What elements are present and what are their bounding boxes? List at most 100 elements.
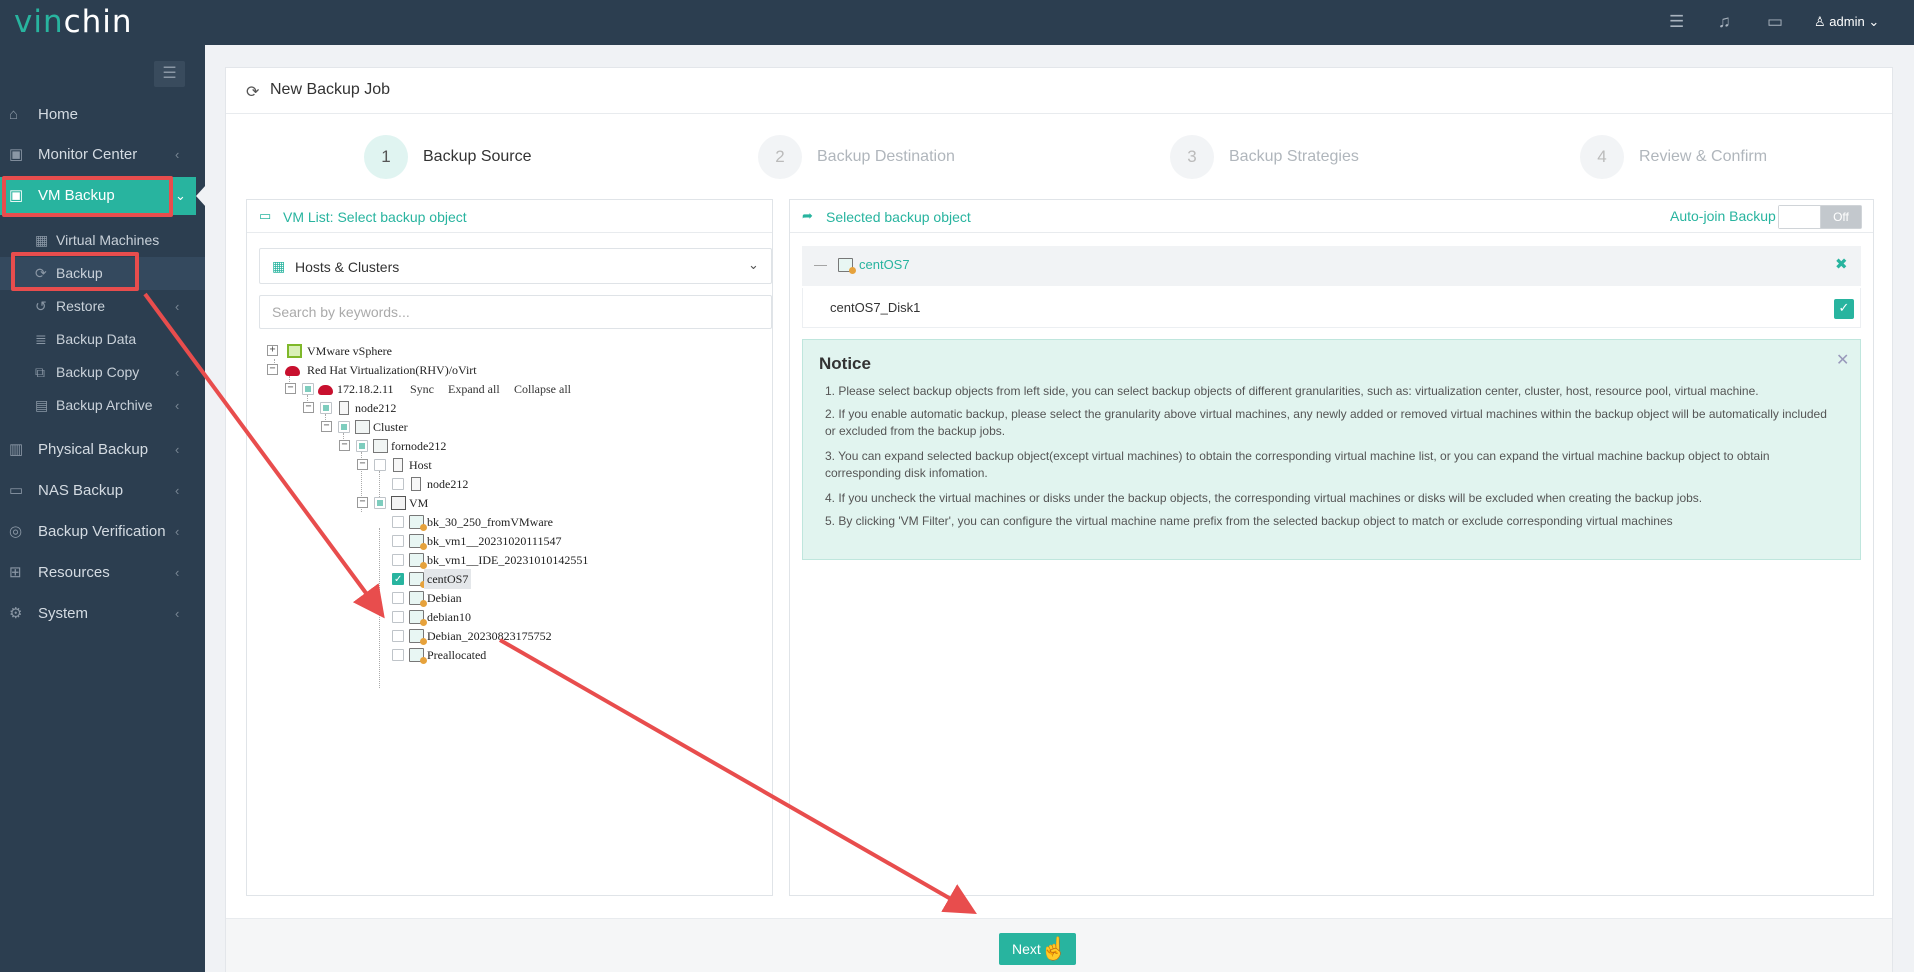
highlight-vm-backup — [2, 176, 173, 217]
checkbox[interactable] — [374, 459, 386, 471]
checkbox[interactable] — [392, 554, 404, 566]
collapse-icon[interactable]: − — [303, 402, 314, 413]
hand-cursor-icon: ☝ — [1040, 936, 1068, 961]
collapse-icon[interactable]: − — [357, 497, 368, 508]
chevron-left-icon: ‹ — [175, 398, 180, 413]
checkbox[interactable] — [392, 516, 404, 528]
highlight-backup — [11, 252, 139, 291]
chevron-left-icon: ‹ — [175, 524, 180, 539]
restore-icon: ↺ — [35, 298, 47, 314]
vm-list-panel: ▭ VM List: Select backup object ▦ Hosts & … — [246, 199, 773, 896]
selected-vm-row[interactable]: — centOS7 ✖ — [802, 246, 1861, 286]
collapse-icon[interactable]: − — [267, 364, 278, 375]
collapse-icon[interactable]: − — [357, 459, 368, 470]
vm-icon — [409, 572, 427, 588]
sidebar-item-backup-verification[interactable]: ◎ Backup Verification ‹ — [0, 513, 205, 551]
user-icon: ♙ — [1814, 14, 1826, 29]
vm-icon — [838, 258, 856, 274]
vm-list-header: ▭ VM List: Select backup object — [247, 200, 772, 233]
verification-icon: ◎ — [9, 523, 23, 540]
chevron-left-icon: ‹ — [175, 442, 180, 457]
checkbox-checked[interactable] — [392, 570, 404, 590]
chevron-down-icon: ⌄ — [175, 188, 186, 203]
resources-icon: ⊞ — [9, 564, 22, 581]
chevron-left-icon: ‹ — [175, 565, 180, 580]
vm-folder-icon — [391, 496, 406, 510]
checkbox[interactable] — [392, 630, 404, 642]
chevron-down-icon: ⌄ — [748, 257, 759, 272]
sync-link[interactable]: Sync — [410, 379, 434, 399]
sidebar-item-nas-backup[interactable]: ▭ NAS Backup ‹ — [0, 472, 205, 510]
sidebar-item-physical-backup[interactable]: ▥ Physical Backup ‹ — [0, 431, 205, 469]
server-icon: ▥ — [9, 441, 24, 458]
collapse-icon[interactable]: — — [814, 257, 827, 272]
page-title: New Backup Job — [270, 81, 391, 98]
checkbox[interactable] — [356, 440, 368, 452]
cluster-icon — [373, 439, 388, 453]
sidebar-item-system[interactable]: ⚙ System ‹ — [0, 595, 205, 633]
selected-object-panel: ➦ Selected backup object Auto-join Backup… — [789, 199, 1874, 896]
collapse-all-link[interactable]: Collapse all — [514, 379, 571, 399]
selected-disk-row: centOS7_Disk1 ✓ — [802, 288, 1861, 328]
collapse-icon[interactable]: − — [285, 383, 296, 394]
chevron-left-icon: ‹ — [175, 606, 180, 621]
chevron-left-icon: ‹ — [175, 365, 180, 380]
cluster-icon — [355, 420, 370, 434]
sidebar-item-resources[interactable]: ⊞ Resources ‹ — [0, 554, 205, 592]
tree-line — [379, 528, 380, 688]
checkbox[interactable] — [374, 497, 386, 509]
footer-bar: Next ☝ — [226, 918, 1892, 972]
checkbox[interactable] — [392, 649, 404, 661]
chevron-left-icon: ‹ — [175, 299, 180, 314]
monitor-icon: ▭ — [259, 208, 272, 223]
disk-checkbox-checked[interactable]: ✓ — [1834, 299, 1854, 319]
redhat-icon — [318, 385, 333, 395]
database-icon: ≣ — [35, 331, 47, 347]
sidebar-item-monitor-center[interactable]: ▣ Monitor Center ‹ — [0, 136, 205, 174]
nas-icon: ▭ — [9, 482, 24, 499]
monitor-icon: ▣ — [9, 146, 24, 163]
search-input[interactable] — [259, 295, 772, 329]
chevron-down-icon: ⌄ — [1868, 14, 1880, 29]
sidebar-item-home[interactable]: ⌂ Home — [0, 96, 205, 134]
log-icon[interactable]: ☰ — [1669, 12, 1684, 32]
screen-icon[interactable]: ▭ — [1767, 12, 1783, 32]
close-icon[interactable]: ✕ — [1836, 350, 1849, 370]
redhat-icon — [285, 366, 300, 376]
backup-job-panel: ⟳ New Backup Job 1 Backup Source 2 Backup … — [225, 67, 1893, 972]
chevron-left-icon: ‹ — [175, 483, 180, 498]
checkbox[interactable] — [338, 421, 350, 433]
selected-object-header: ➦ Selected backup object Auto-join Backup… — [790, 200, 1873, 233]
vsphere-icon — [287, 344, 302, 358]
bell-icon[interactable]: ♫ — [1718, 12, 1731, 32]
vm-icon — [409, 610, 427, 626]
vm-icon — [409, 553, 427, 569]
checkbox[interactable] — [392, 611, 404, 623]
checkbox[interactable] — [392, 535, 404, 547]
hosts-clusters-dropdown[interactable]: ▦ Hosts & Clusters ⌄ — [259, 248, 772, 284]
vm-icon — [409, 591, 427, 607]
sidebar-subitem-backup-copy[interactable]: ⧉ Backup Copy ‹ — [0, 356, 205, 389]
auto-join-toggle[interactable]: Off — [1778, 205, 1862, 229]
active-pointer — [196, 185, 206, 207]
checkbox[interactable] — [320, 402, 332, 414]
expand-icon[interactable]: + — [267, 345, 278, 356]
menu-toggle-icon[interactable]: ☰ — [154, 61, 185, 87]
remove-icon[interactable]: ✖ — [1835, 255, 1848, 273]
collapse-icon[interactable]: − — [339, 440, 350, 451]
sidebar-subitem-backup-data[interactable]: ≣ Backup Data — [0, 323, 205, 356]
sidebar-subitem-restore[interactable]: ↺ Restore ‹ — [0, 290, 205, 323]
expand-all-link[interactable]: Expand all — [448, 379, 500, 399]
share-icon: ➦ — [802, 208, 813, 223]
checkbox[interactable] — [392, 592, 404, 604]
archive-icon: ▤ — [35, 397, 49, 413]
vm-icon — [409, 648, 427, 664]
collapse-icon[interactable]: − — [321, 421, 332, 432]
checkbox[interactable] — [392, 478, 404, 490]
checkbox[interactable] — [302, 383, 314, 395]
user-menu[interactable]: ♙ admin ⌄ — [1814, 14, 1879, 30]
home-icon: ⌂ — [9, 106, 19, 123]
copy-icon: ⧉ — [35, 364, 45, 380]
vinchin-logo[interactable]: vinchin — [14, 4, 133, 40]
sidebar-subitem-backup-archive[interactable]: ▤ Backup Archive ‹ — [0, 389, 205, 422]
